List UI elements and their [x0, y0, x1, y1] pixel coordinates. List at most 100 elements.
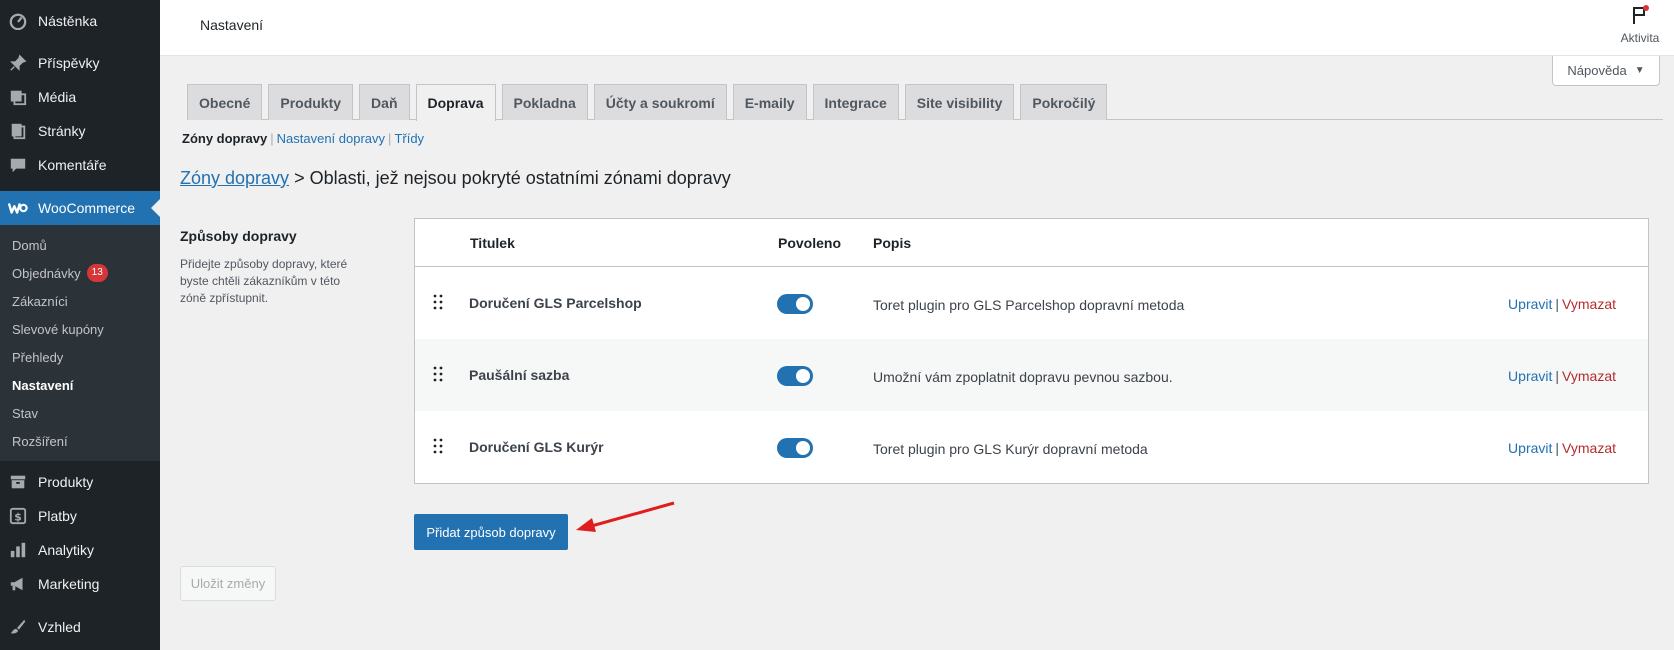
- page-title: Nastavení: [200, 17, 264, 33]
- tab-accounts-privacy[interactable]: Účty a soukromí: [593, 84, 727, 120]
- shipping-subnav: Zóny dopravy | Nastavení dopravy | Třídy: [182, 131, 424, 146]
- action-separator: |: [1555, 440, 1560, 456]
- menu-item-payments[interactable]: $ Platby: [0, 499, 160, 533]
- edit-link[interactable]: Upravit: [1508, 440, 1552, 456]
- tab-shipping[interactable]: Doprava: [415, 84, 496, 121]
- page-header: Nastavení Aktivita: [160, 0, 1674, 56]
- breadcrumb-separator: >: [294, 168, 305, 188]
- flag-icon: [1612, 4, 1668, 29]
- chart-icon: [8, 540, 28, 560]
- column-header-description: Popis: [873, 235, 912, 251]
- brush-icon: [8, 617, 28, 637]
- submenu-item-home[interactable]: Domů: [0, 231, 160, 259]
- submenu-item-customers[interactable]: Zákazníci: [0, 287, 160, 315]
- table-row: Doručení GLS Kurýr Toret plugin pro GLS …: [415, 411, 1648, 483]
- pin-icon: [8, 53, 28, 73]
- edit-link[interactable]: Upravit: [1508, 368, 1552, 384]
- subnav-shipping-classes[interactable]: Třídy: [394, 131, 424, 146]
- tab-general[interactable]: Obecné: [187, 84, 263, 120]
- breadcrumb-link-zones[interactable]: Zóny dopravy: [180, 168, 289, 188]
- caret-down-icon: ▼: [1634, 65, 1645, 76]
- help-label: Nápověda: [1567, 63, 1627, 78]
- svg-text:$: $: [14, 511, 22, 524]
- drag-handle-icon[interactable]: [433, 366, 443, 385]
- submenu-label: Objednávky: [12, 265, 81, 281]
- action-separator: |: [1555, 368, 1560, 384]
- submenu-label: Rozšíření: [12, 433, 68, 449]
- settings-tabs: Obecné Produkty Daň Doprava Pokladna Účt…: [187, 84, 1663, 121]
- woocommerce-submenu: Domů Objednávky 13 Zákazníci Slevové kupó…: [0, 225, 160, 461]
- column-header-title: Titulek: [470, 235, 515, 251]
- tab-checkout[interactable]: Pokladna: [501, 84, 588, 120]
- menu-item-appearance[interactable]: Vzhled: [0, 610, 160, 644]
- menu-item-marketing[interactable]: Marketing: [0, 567, 160, 601]
- tab-products[interactable]: Produkty: [268, 84, 354, 120]
- activity-button[interactable]: Aktivita: [1612, 4, 1668, 45]
- method-description: Toret plugin pro GLS Parcelshop dopravní…: [873, 297, 1185, 313]
- dashboard-icon: [8, 11, 28, 31]
- menu-label: Marketing: [38, 576, 100, 592]
- row-actions: Upravit | Vymazat: [1508, 296, 1616, 312]
- delete-link[interactable]: Vymazat: [1562, 368, 1616, 384]
- menu-item-pages[interactable]: Stránky: [0, 114, 160, 148]
- submenu-item-reports[interactable]: Přehledy: [0, 343, 160, 371]
- enabled-toggle[interactable]: [777, 294, 813, 314]
- tab-advanced[interactable]: Pokročilý: [1020, 84, 1108, 120]
- enabled-toggle[interactable]: [777, 366, 813, 386]
- tab-integration[interactable]: Integrace: [812, 84, 899, 120]
- menu-label: Platby: [38, 508, 77, 524]
- megaphone-icon: [8, 574, 28, 594]
- row-actions: Upravit | Vymazat: [1508, 368, 1616, 384]
- activity-label: Aktivita: [1620, 31, 1660, 45]
- woo-icon: [8, 198, 28, 218]
- table-row: Doručení GLS Parcelshop Toret plugin pro…: [415, 267, 1648, 339]
- submenu-label: Nastavení: [12, 377, 74, 393]
- breadcrumb-current: Oblasti, jež nejsou pokryté ostatními zó…: [309, 168, 731, 188]
- submenu-item-status[interactable]: Stav: [0, 399, 160, 427]
- menu-item-media[interactable]: Média: [0, 80, 160, 114]
- menu-item-products[interactable]: Produkty: [0, 465, 160, 499]
- submenu-label: Přehledy: [12, 349, 64, 365]
- submenu-label: Slevové kupóny: [12, 321, 104, 337]
- delete-link[interactable]: Vymazat: [1562, 440, 1616, 456]
- menu-label: Příspěvky: [38, 55, 100, 71]
- table-row: Paušální sazba Umožní vám zpoplatnit dop…: [415, 339, 1648, 411]
- menu-item-dashboard[interactable]: Nástěnka: [0, 4, 160, 38]
- help-button[interactable]: Nápověda ▼: [1552, 56, 1660, 86]
- method-description: Toret plugin pro GLS Kurýr dopravní meto…: [873, 441, 1148, 457]
- submenu-item-settings[interactable]: Nastavení: [0, 371, 160, 399]
- delete-link[interactable]: Vymazat: [1562, 296, 1616, 312]
- submenu-item-coupons[interactable]: Slevové kupóny: [0, 315, 160, 343]
- subnav-separator: |: [270, 131, 274, 146]
- submenu-label: Zákazníci: [12, 293, 68, 309]
- edit-link[interactable]: Upravit: [1508, 296, 1552, 312]
- save-changes-button[interactable]: Uložit změny: [180, 566, 276, 601]
- menu-label: Analytiky: [38, 542, 95, 558]
- pages-icon: [8, 121, 28, 141]
- row-actions: Upravit | Vymazat: [1508, 440, 1616, 456]
- submenu-item-orders[interactable]: Objednávky 13: [0, 259, 160, 287]
- subnav-shipping-options[interactable]: Nastavení dopravy: [277, 131, 385, 146]
- submenu-item-extensions[interactable]: Rozšíření: [0, 427, 160, 455]
- menu-item-analytics[interactable]: Analytiky: [0, 533, 160, 567]
- add-shipping-method-button[interactable]: Přidat způsob dopravy: [414, 514, 568, 550]
- subnav-shipping-zones[interactable]: Zóny dopravy: [182, 131, 267, 146]
- menu-item-posts[interactable]: Příspěvky: [0, 46, 160, 80]
- menu-label: WooCommerce: [38, 200, 135, 216]
- tab-emails[interactable]: E-maily: [732, 84, 807, 120]
- menu-label: Vzhled: [38, 619, 81, 635]
- table-header: Titulek Povoleno Popis: [415, 219, 1648, 267]
- tab-site-visibility[interactable]: Site visibility: [904, 84, 1015, 120]
- drag-handle-icon[interactable]: [433, 438, 443, 457]
- menu-item-woocommerce[interactable]: WooCommerce: [0, 191, 160, 225]
- drag-handle-icon[interactable]: [433, 294, 443, 313]
- subnav-separator: |: [388, 131, 392, 146]
- enabled-toggle[interactable]: [777, 438, 813, 458]
- tab-tax[interactable]: Daň: [359, 84, 410, 120]
- menu-label: Nástěnka: [38, 13, 98, 29]
- annotation-arrow-icon: [576, 501, 675, 532]
- menu-label: Média: [38, 89, 77, 105]
- menu-item-comments[interactable]: Komentáře: [0, 148, 160, 182]
- media-icon: [8, 87, 28, 107]
- menu-label: Produkty: [38, 474, 94, 490]
